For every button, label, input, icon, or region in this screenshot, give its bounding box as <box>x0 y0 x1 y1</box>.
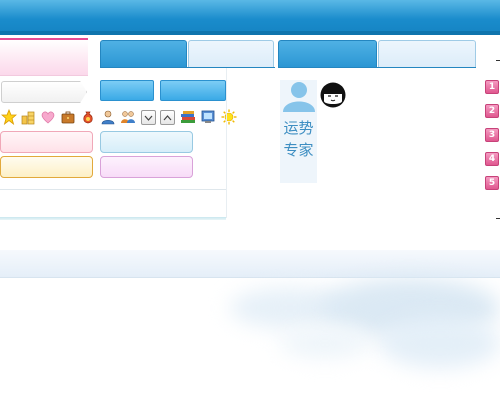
user-avatar-icon <box>281 80 317 112</box>
girl-face-icon[interactable] <box>319 81 347 109</box>
arrow-tag-button[interactable] <box>1 81 87 103</box>
coin-stack-icon[interactable] <box>19 108 36 125</box>
pink-input-box[interactable] <box>0 131 93 153</box>
pink-gradient-panel <box>0 38 88 76</box>
lavender-input-box[interactable] <box>100 156 193 178</box>
number-badge[interactable]: 5 <box>485 176 499 190</box>
tab-2[interactable] <box>188 40 274 68</box>
vertical-divider <box>226 68 227 218</box>
divider <box>0 217 226 220</box>
tab-underline <box>100 67 275 68</box>
number-badge[interactable]: 2 <box>485 104 499 118</box>
money-bag-icon[interactable] <box>79 108 96 125</box>
lightblue-input-box[interactable] <box>100 131 193 153</box>
chevron-up-icon[interactable] <box>160 110 175 125</box>
people-icon[interactable] <box>119 108 136 125</box>
tab-1[interactable] <box>100 40 187 68</box>
number-badge[interactable]: 3 <box>485 128 499 142</box>
dash-mark <box>496 60 500 61</box>
sky-background <box>0 278 500 400</box>
sun-icon[interactable] <box>220 108 237 125</box>
blue-button[interactable] <box>160 80 226 101</box>
tab-3[interactable] <box>278 40 377 68</box>
cloud <box>280 328 370 358</box>
blue-button[interactable] <box>100 80 154 101</box>
tab-underline <box>278 67 476 68</box>
briefcase-icon[interactable] <box>59 108 76 125</box>
user-card-label: 运势 专家 <box>280 117 317 161</box>
top-header-bar <box>0 0 500 35</box>
user-card-line1: 运势 <box>283 119 314 137</box>
person-icon[interactable] <box>99 108 116 125</box>
heart-icon[interactable] <box>39 108 56 125</box>
user-card-line2: 专家 <box>283 141 314 159</box>
star-icon[interactable] <box>0 108 17 125</box>
monitor-icon[interactable] <box>199 108 216 125</box>
number-badge[interactable]: 4 <box>485 152 499 166</box>
number-badge[interactable]: 1 <box>485 80 499 94</box>
cloud <box>380 318 500 368</box>
books-icon[interactable] <box>179 108 196 125</box>
tab-4[interactable] <box>378 40 476 68</box>
yellow-input-box[interactable] <box>0 156 93 178</box>
chevron-down-icon[interactable] <box>141 110 156 125</box>
bottom-band <box>0 250 500 278</box>
dash-mark <box>496 218 500 219</box>
divider <box>0 189 226 190</box>
